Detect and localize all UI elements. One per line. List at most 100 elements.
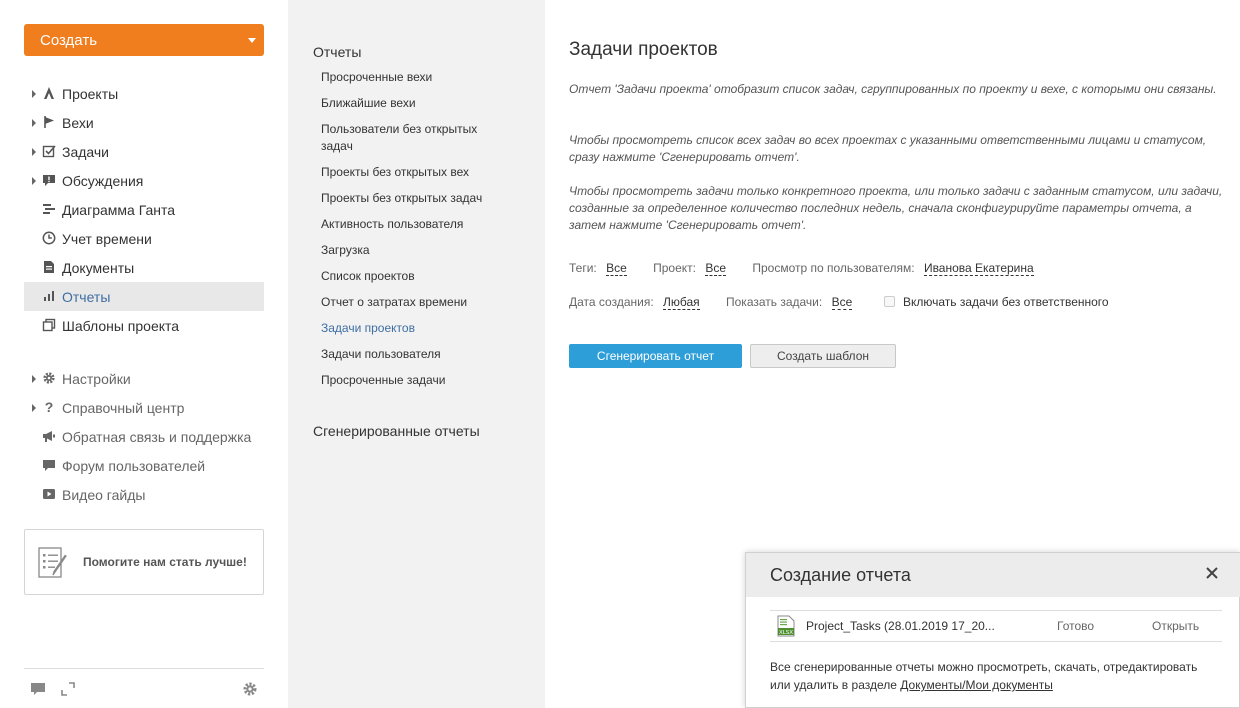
tags-filter-value[interactable]: Все <box>606 261 627 276</box>
file-name: Project_Tasks (28.01.2019 17_20... <box>806 619 995 633</box>
report-instructions-all: Чтобы просмотреть список всех задач во в… <box>569 133 1207 164</box>
my-documents-link[interactable]: Документы/Мои документы <box>900 678 1053 692</box>
expand-arrow-icon[interactable] <box>32 375 36 383</box>
generate-report-button[interactable]: Сгенерировать отчет <box>569 344 742 368</box>
report-link-upcoming-milestones[interactable]: Ближайшие вехи <box>321 95 511 112</box>
expand-arrow-icon[interactable] <box>32 90 36 98</box>
megaphone-icon <box>42 429 56 443</box>
clock-icon <box>42 231 56 245</box>
created-filter-label: Дата создания: <box>569 295 654 309</box>
expand-arrow-icon[interactable] <box>32 177 36 185</box>
sidebar-item-time-tracking[interactable]: Учет времени <box>24 224 264 253</box>
sidebar-item-label: Обсуждения <box>62 172 144 189</box>
svg-text:XLSX: XLSX <box>779 630 793 636</box>
gear-icon[interactable] <box>242 681 258 697</box>
sidebar-item-reports[interactable]: Отчеты <box>24 282 264 311</box>
filter-row-2: Дата создания: Любая Показать задачи: Вс… <box>569 295 1109 310</box>
template-icon <box>42 318 56 332</box>
generated-reports-link[interactable]: Сгенерированные отчеты <box>313 423 480 439</box>
sidebar-item-templates[interactable]: Шаблоны проекта <box>24 311 264 340</box>
sidebar-item-label: Учет времени <box>62 230 152 247</box>
video-icon <box>42 487 56 501</box>
report-link-users-without-tasks[interactable]: Пользователи без открытых задач <box>321 121 511 155</box>
create-button[interactable]: Создать <box>24 24 264 56</box>
sidebar-item-forum[interactable]: Форум пользователей <box>24 451 264 480</box>
create-template-label: Создать шаблон <box>776 349 869 363</box>
sidebar-item-milestones[interactable]: Вехи <box>24 108 264 137</box>
projects-icon <box>42 86 56 100</box>
project-filter-label: Проект: <box>653 261 696 275</box>
gantt-icon <box>42 202 56 216</box>
report-link-projects-without-milestones[interactable]: Проекты без открытых вех <box>321 164 511 181</box>
sidebar-item-label: Видео гайды <box>62 486 146 503</box>
feedback-banner-text: Помогите нам стать лучше! <box>83 555 247 569</box>
report-link-time-spent[interactable]: Отчет о затратах времени <box>321 294 511 311</box>
sidebar-item-tasks[interactable]: Задачи <box>24 137 264 166</box>
checkbox-icon <box>42 144 56 158</box>
generated-file-row: XLSX Project_Tasks (28.01.2019 17_20... … <box>770 610 1222 642</box>
show-tasks-filter-label: Показать задачи: <box>726 295 823 309</box>
sidebar-item-label: Настройки <box>62 370 131 387</box>
popup-header: Создание отчета <box>746 553 1240 597</box>
popup-title: Создание отчета <box>770 565 911 585</box>
create-button-label: Создать <box>40 31 98 49</box>
created-filter-value[interactable]: Любая <box>663 295 700 310</box>
expand-arrow-icon[interactable] <box>32 148 36 156</box>
report-link-project-list[interactable]: Список проектов <box>321 268 511 285</box>
expand-arrow-icon[interactable] <box>32 119 36 127</box>
report-link-overdue-tasks[interactable]: Просроченные задачи <box>321 372 511 389</box>
chat-icon[interactable] <box>30 681 46 697</box>
create-template-button[interactable]: Создать шаблон <box>750 344 896 368</box>
report-link-workload[interactable]: Загрузка <box>321 242 511 259</box>
sidebar-item-label: Обратная связь и поддержка <box>62 428 252 445</box>
users-filter-label: Просмотр по пользователям: <box>752 261 915 275</box>
tags-filter-label: Теги: <box>569 261 597 275</box>
sidebar-item-label: Вехи <box>62 114 94 131</box>
report-link-projects-without-tasks[interactable]: Проекты без открытых задач <box>321 190 511 207</box>
file-status: Готово <box>1057 619 1095 633</box>
open-file-link[interactable]: Открыть <box>1152 619 1199 633</box>
popup-note: Все сгенерированные отчеты можно просмот… <box>770 658 1220 694</box>
report-link-user-tasks[interactable]: Задачи пользователя <box>321 346 511 363</box>
report-link-user-activity[interactable]: Активность пользователя <box>321 216 511 233</box>
sidebar-item-documents[interactable]: Документы <box>24 253 264 282</box>
expand-icon[interactable] <box>60 681 76 697</box>
chevron-down-icon[interactable] <box>248 38 256 43</box>
sidebar-item-label: Документы <box>62 259 135 276</box>
filter-row-1: Теги: Все Проект: Все Просмотр по пользо… <box>569 261 1034 276</box>
sidebar-footer <box>24 668 264 708</box>
sidebar-item-feedback[interactable]: Обратная связь и поддержка <box>24 422 264 451</box>
project-filter-value[interactable]: Все <box>705 261 727 276</box>
discussion-icon <box>42 173 56 187</box>
question-icon: ? <box>44 399 54 415</box>
close-icon[interactable] <box>1205 566 1219 580</box>
sidebar-item-label: Диаграмма Ганта <box>62 201 176 218</box>
document-icon <box>42 260 56 274</box>
bar-chart-icon <box>42 289 56 303</box>
include-unassigned-label[interactable]: Включать задачи без ответственного <box>903 295 1109 309</box>
show-tasks-filter-value[interactable]: Все <box>831 295 853 310</box>
page-title: Задачи проектов <box>569 39 718 60</box>
xlsx-file-icon: XLSX <box>777 615 795 637</box>
sidebar-item-settings[interactable]: Настройки <box>24 364 264 393</box>
sidebar-item-label: Справочный центр <box>62 399 185 416</box>
include-unassigned-checkbox[interactable] <box>883 296 895 307</box>
sidebar-item-videos[interactable]: Видео гайды <box>24 480 264 509</box>
feedback-banner[interactable]: Помогите нам стать лучше! <box>24 529 264 595</box>
report-link-overdue-milestones[interactable]: Просроченные вехи <box>321 69 511 86</box>
sidebar-item-discussions[interactable]: Обсуждения <box>24 166 264 195</box>
forum-icon <box>42 458 56 472</box>
users-filter-value[interactable]: Иванова Екатерина <box>923 261 1034 276</box>
sidebar-item-projects[interactable]: Проекты <box>24 79 264 108</box>
reports-panel-title: Отчеты <box>313 44 362 60</box>
sidebar-item-gantt[interactable]: Диаграмма Ганта <box>24 195 264 224</box>
report-description: Отчет 'Задачи проекта' отобразит список … <box>569 82 1217 96</box>
sidebar-item-label: Задачи <box>62 143 110 160</box>
expand-arrow-icon[interactable] <box>32 404 36 412</box>
report-instructions-filtered: Чтобы просмотреть задачи только конкретн… <box>569 184 1223 232</box>
sidebar-item-label: Форум пользователей <box>62 457 206 474</box>
sidebar-item-help-center[interactable]: ? Справочный центр <box>24 393 264 422</box>
sidebar-item-label: Шаблоны проекта <box>62 317 180 334</box>
report-link-project-tasks[interactable]: Задачи проектов <box>321 320 511 337</box>
sidebar-item-label: Отчеты <box>62 288 111 305</box>
